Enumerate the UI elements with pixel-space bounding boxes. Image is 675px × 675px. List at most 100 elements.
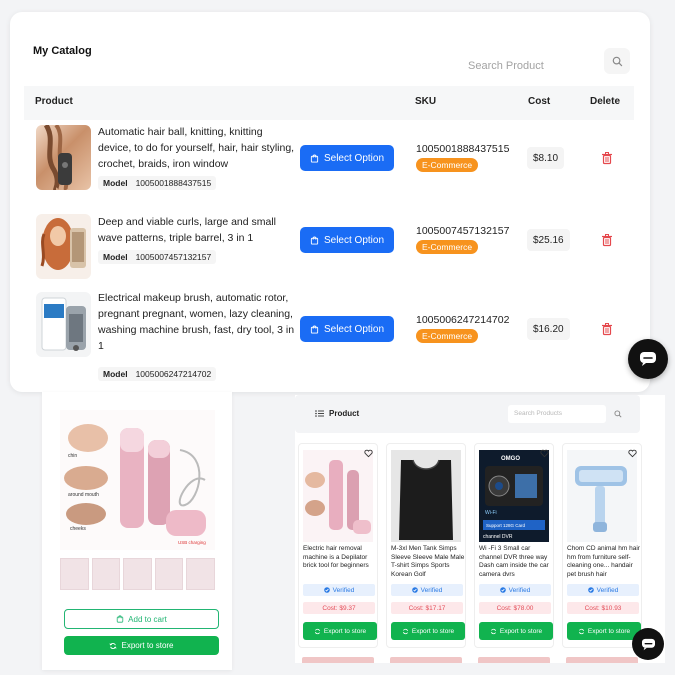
image-label: cheeks: [70, 526, 86, 532]
cost-value: $16.20: [527, 318, 570, 340]
verified-label: Verified: [420, 586, 443, 594]
card-title: M-3xl Men Tank Simps Sleeve Sleeve Male …: [391, 545, 465, 578]
grid-title-label: Product: [329, 409, 360, 418]
verified-label: Verified: [596, 586, 619, 594]
trash-icon[interactable]: [600, 233, 614, 247]
chat-icon: [640, 352, 656, 366]
export-to-store-button[interactable]: Export to store: [64, 636, 219, 655]
search-button[interactable]: [611, 407, 625, 421]
product-description: Automatic hair ball, knitting, knitting …: [98, 126, 295, 170]
product-thumbnail: [36, 125, 91, 190]
search-icon: [614, 410, 622, 418]
trash-icon[interactable]: [600, 151, 614, 165]
heart-icon[interactable]: [628, 449, 637, 458]
model-label: Model: [103, 178, 128, 188]
export-to-store-label: Export to store: [411, 627, 455, 635]
product-image: [391, 450, 461, 542]
select-option-button[interactable]: Select Option: [300, 227, 394, 253]
table-header: Product SKU Cost Delete: [24, 86, 634, 120]
export-to-store-button[interactable]: Export to store: [567, 622, 641, 640]
ecommerce-tag: E-Commerce: [416, 329, 479, 343]
bag-icon: [310, 325, 319, 334]
check-icon: [587, 587, 594, 593]
select-option-button[interactable]: Select Option: [300, 316, 394, 342]
product-card[interactable]: Electric hair removal machine is a Depil…: [298, 443, 378, 648]
check-icon: [411, 587, 418, 593]
product-card[interactable]: OMGO Wi-Fi Support 128G Card channel DVR…: [474, 443, 554, 648]
ecommerce-tag: E-Commerce: [416, 158, 479, 172]
table-row: Automatic hair ball, knitting, knitting …: [24, 122, 634, 207]
export-to-store-label: Export to store: [323, 627, 367, 635]
product-image: [567, 450, 637, 542]
thumbnail[interactable]: [154, 558, 184, 590]
chat-widget-button[interactable]: [632, 628, 664, 660]
check-icon: [323, 587, 330, 593]
model-badge: Model 1005007457132157: [98, 250, 217, 264]
catalog-panel: My Catalog Search Product Product SKU Co…: [10, 12, 650, 392]
next-row-preview: [478, 657, 550, 663]
thumbnail[interactable]: [123, 558, 152, 590]
image-label: around mouth: [68, 492, 99, 498]
export-to-store-button[interactable]: Export to store: [391, 622, 465, 640]
cart-icon: [116, 615, 124, 623]
pet-hair-roller-image: [575, 466, 627, 532]
search-button[interactable]: [604, 48, 630, 74]
tank-top-image: [399, 459, 453, 540]
heart-icon[interactable]: [540, 449, 549, 458]
search-bar[interactable]: Search Product: [450, 48, 640, 82]
sku-value: 1005001888437515: [416, 143, 510, 155]
export-to-store-button[interactable]: Export to store: [303, 622, 377, 640]
add-to-cart-button[interactable]: Add to cart: [64, 609, 219, 629]
product-description: Deep and viable curls, large and small w…: [98, 216, 277, 244]
product-image: [303, 450, 373, 542]
thumbnail[interactable]: [91, 558, 121, 590]
chat-widget-button[interactable]: [628, 339, 668, 379]
trash-icon[interactable]: [600, 322, 614, 336]
image-label: OMGO: [501, 456, 520, 462]
search-input[interactable]: Search Products: [508, 405, 606, 423]
product-description: Electrical makeup brush, automatic rotor…: [98, 292, 295, 352]
verified-badge: Verified: [567, 584, 639, 596]
cost-value: $8.10: [527, 147, 565, 169]
cost-badge: Cost: $10.93: [567, 602, 639, 614]
verified-badge: Verified: [391, 584, 463, 596]
select-option-button[interactable]: Select Option: [300, 145, 394, 171]
select-option-label: Select Option: [323, 234, 385, 246]
heart-icon[interactable]: [364, 449, 373, 458]
model-badge: Model 1005006247214702: [98, 367, 217, 381]
grid-toolbar: Product Search Products: [295, 395, 640, 433]
cost-badge: Cost: $17.17: [391, 602, 463, 614]
model-value: 1005006247214702: [135, 369, 212, 379]
next-row-preview: [302, 657, 374, 663]
table-row: Deep and viable curls, large and small w…: [24, 212, 634, 287]
product-grid-panel: Product Search Products Electric hair re…: [295, 395, 665, 663]
export-to-store-label: Export to store: [121, 641, 174, 650]
model-label: Model: [103, 252, 128, 262]
select-option-label: Select Option: [323, 152, 385, 164]
search-input[interactable]: Search Product: [468, 60, 544, 72]
product-card[interactable]: Chom CD animal hm hair hm from furniture…: [562, 443, 642, 648]
search-icon: [612, 56, 622, 66]
card-title: Chom CD animal hm hair hm from furniture…: [567, 545, 640, 578]
hair-remover-image: chin around mouth cheeks USB charging: [64, 424, 206, 545]
verified-badge: Verified: [479, 584, 551, 596]
bag-icon: [310, 236, 319, 245]
thumbnail[interactable]: [186, 558, 215, 590]
export-to-store-button[interactable]: Export to store: [479, 622, 553, 640]
column-delete: Delete: [590, 96, 621, 107]
bag-icon: [310, 154, 319, 163]
thumbnail[interactable]: [60, 558, 89, 590]
sku-value: 1005006247214702: [416, 314, 510, 326]
product-main-image: chin around mouth cheeks USB charging: [60, 410, 215, 550]
product-card[interactable]: M-3xl Men Tank Simps Sleeve Sleeve Male …: [386, 443, 466, 648]
product-detail-panel: chin around mouth cheeks USB charging Ad…: [42, 392, 232, 670]
makeup-brush-cleaner-image: [41, 297, 86, 351]
product-thumbnail: [36, 292, 91, 357]
sync-icon: [314, 628, 320, 634]
image-label: USB charging: [178, 540, 206, 545]
model-value: 1005007457132157: [135, 252, 212, 262]
column-cost: Cost: [528, 96, 551, 107]
screenshot-collage: My Catalog Search Product Product SKU Co…: [0, 0, 675, 675]
hair-remover-image: [305, 460, 371, 534]
chat-icon: [641, 638, 655, 650]
